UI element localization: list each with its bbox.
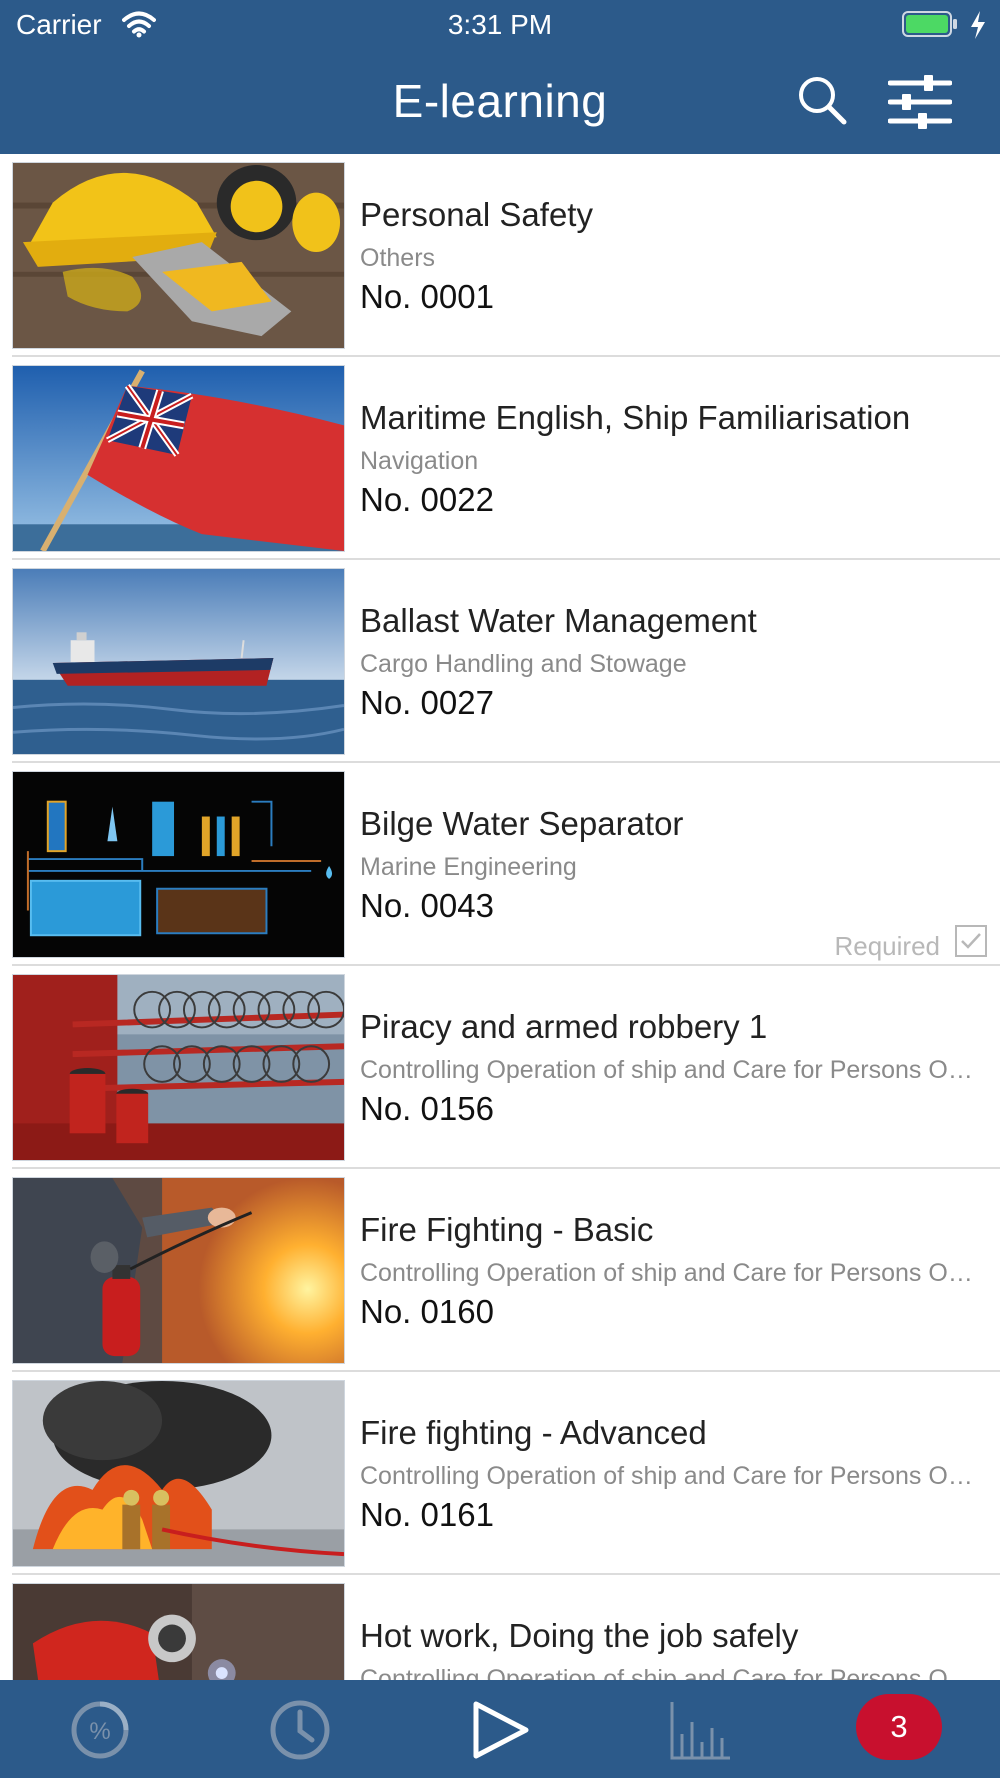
course-title: Fire fighting - Advanced bbox=[360, 1414, 707, 1451]
play-icon[interactable] bbox=[468, 1698, 532, 1762]
course-row-personal-safety[interactable]: Personal Safety Others No. 0001 bbox=[0, 154, 1000, 357]
course-category: Cargo Handling and Stowage bbox=[360, 650, 687, 678]
bottom-tab-bar: % 3 bbox=[0, 1680, 1000, 1778]
progress-percent-icon[interactable]: % bbox=[68, 1698, 132, 1762]
course-title: Maritime English, Ship Familiarisation bbox=[360, 399, 911, 436]
course-row-ballast-water[interactable]: Ballast Water Management Cargo Handling … bbox=[0, 560, 1000, 763]
course-thumbnail bbox=[12, 162, 345, 349]
course-row-fire-basic[interactable]: Fire Fighting - Basic Controlling Operat… bbox=[0, 1169, 1000, 1372]
required-checkbox[interactable] bbox=[955, 925, 987, 957]
course-thumbnail bbox=[12, 771, 345, 958]
course-category: Marine Engineering bbox=[360, 853, 577, 881]
course-title: Piracy and armed robbery 1 bbox=[360, 1008, 768, 1045]
search-icon[interactable] bbox=[796, 74, 848, 126]
notification-badge[interactable]: 3 bbox=[856, 1694, 942, 1760]
required-label: Required bbox=[834, 931, 940, 961]
course-thumbnail bbox=[12, 1177, 345, 1364]
course-category: Controlling Operation of ship and Care f… bbox=[360, 1462, 985, 1490]
course-category: Others bbox=[360, 244, 436, 272]
course-number: No. 0043 bbox=[360, 887, 494, 924]
course-category: Controlling Operation of ship and Care f… bbox=[360, 1665, 985, 1680]
navigation-header: Carrier 3:31 PM E-learning bbox=[0, 0, 1000, 154]
course-row-fire-advanced[interactable]: Fire fighting - Advanced Controlling Ope… bbox=[0, 1372, 1000, 1575]
course-title: Ballast Water Management bbox=[360, 602, 757, 639]
course-list[interactable]: Personal Safety Others No. 0001 Maritime… bbox=[0, 154, 1000, 1680]
page-title: E-learning bbox=[392, 75, 608, 127]
course-title: Hot work, Doing the job safely bbox=[360, 1617, 799, 1654]
course-category: Controlling Operation of ship and Care f… bbox=[360, 1056, 985, 1084]
course-row-maritime-english[interactable]: Maritime English, Ship Familiarisation N… bbox=[0, 357, 1000, 560]
charging-bolt-icon bbox=[971, 11, 985, 39]
battery-icon bbox=[902, 11, 957, 37]
course-number: No. 0027 bbox=[360, 684, 494, 721]
course-thumbnail bbox=[12, 1380, 345, 1567]
course-number: No. 0001 bbox=[360, 278, 494, 315]
course-title: Bilge Water Separator bbox=[360, 805, 684, 842]
course-row-bilge-water[interactable]: Bilge Water Separator Marine Engineering… bbox=[0, 763, 1000, 966]
course-thumbnail bbox=[12, 974, 345, 1161]
course-number: No. 0161 bbox=[360, 1496, 494, 1533]
course-thumbnail bbox=[12, 1583, 345, 1680]
course-number: No. 0022 bbox=[360, 481, 494, 518]
history-clock-icon[interactable] bbox=[268, 1698, 332, 1762]
course-title: Personal Safety bbox=[360, 196, 593, 233]
course-row-piracy[interactable]: Piracy and armed robbery 1 Controlling O… bbox=[0, 966, 1000, 1169]
course-category: Navigation bbox=[360, 447, 479, 475]
course-thumbnail bbox=[12, 568, 345, 755]
course-number: No. 0156 bbox=[360, 1090, 494, 1127]
svg-text:%: % bbox=[89, 1718, 110, 1745]
status-bar: Carrier 3:31 PM bbox=[0, 0, 1000, 50]
course-title: Fire Fighting - Basic bbox=[360, 1211, 654, 1248]
course-row-hot-work[interactable]: Hot work, Doing the job safely Controlli… bbox=[0, 1575, 1000, 1680]
course-number: No. 0160 bbox=[360, 1293, 494, 1330]
filter-sliders-icon[interactable] bbox=[888, 74, 952, 130]
course-thumbnail bbox=[12, 365, 345, 552]
course-category: Controlling Operation of ship and Care f… bbox=[360, 1259, 985, 1287]
statistics-chart-icon[interactable] bbox=[668, 1698, 732, 1762]
clock-label: 3:31 PM bbox=[447, 9, 553, 40]
